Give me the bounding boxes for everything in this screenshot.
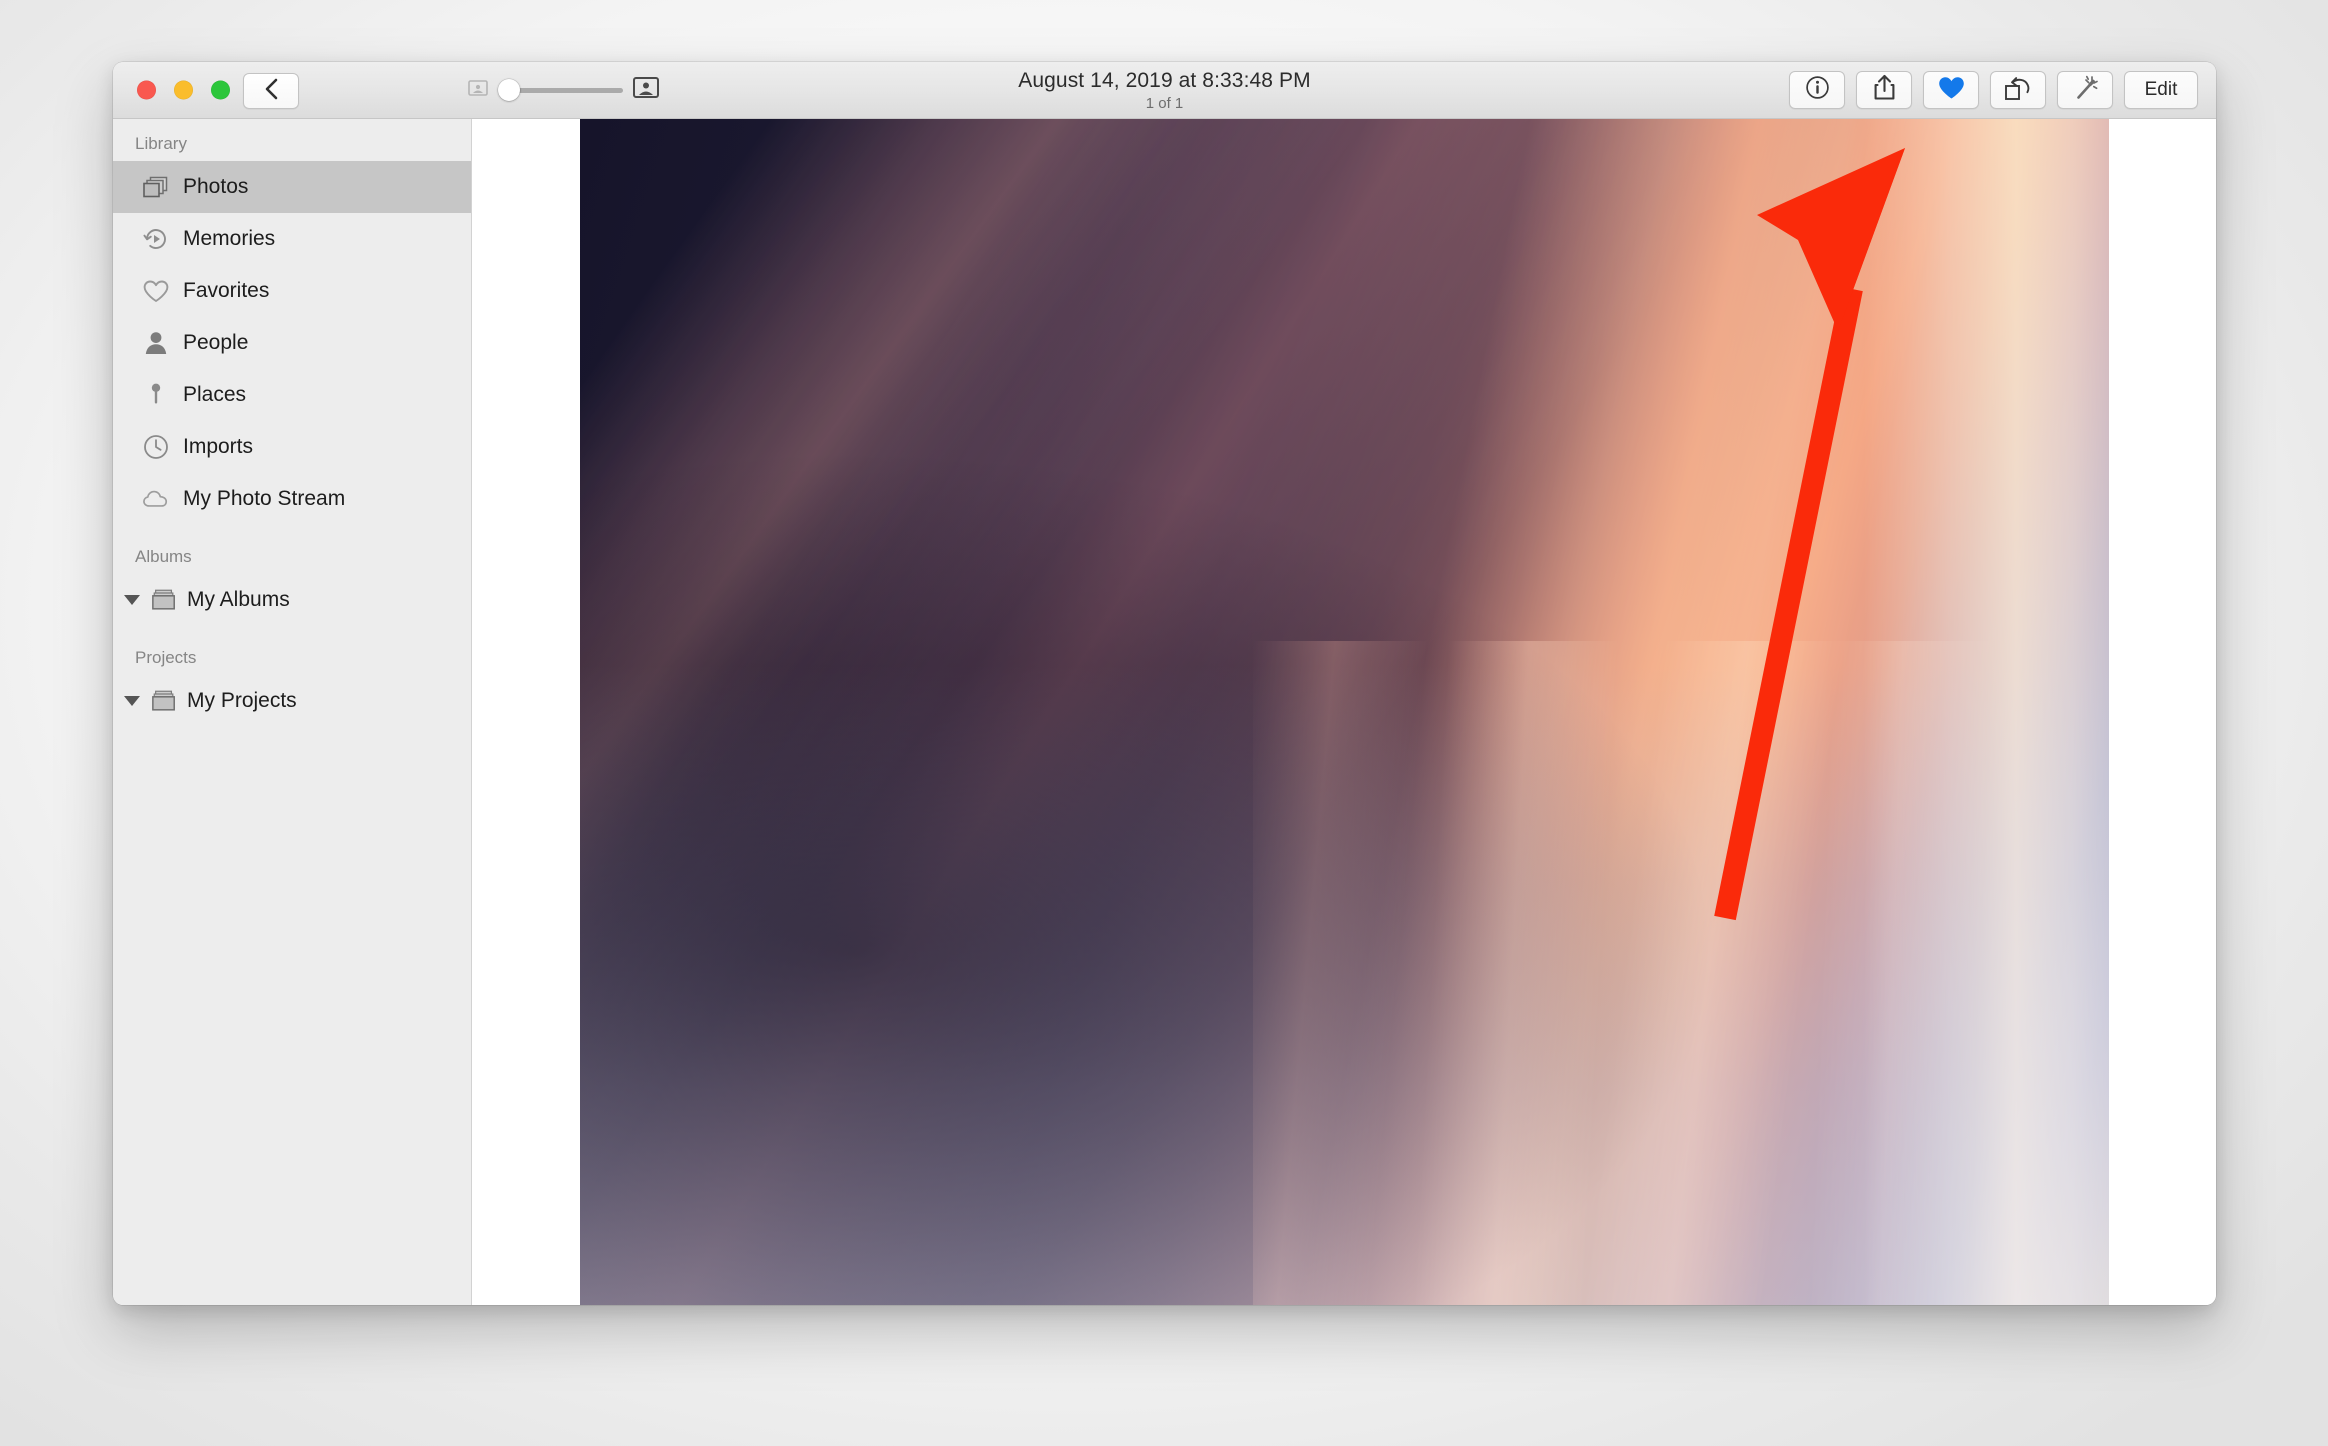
edit-button-label: Edit <box>2144 79 2178 100</box>
sidebar-item-people[interactable]: People <box>113 317 471 369</box>
large-photo-icon <box>633 77 659 103</box>
sidebar-section-projects: Projects <box>135 648 197 667</box>
album-stack-icon <box>151 688 177 714</box>
titlebar: August 14, 2019 at 8:33:48 PM 1 of 1 Edi… <box>113 62 2216 119</box>
info-icon <box>1805 75 1830 105</box>
photo-image[interactable] <box>580 119 2109 1305</box>
share-icon <box>1873 74 1896 106</box>
close-button[interactable] <box>137 80 156 100</box>
sidebar-item-label: Memories <box>183 227 276 250</box>
clock-icon <box>143 434 169 460</box>
enhance-button[interactable] <box>2057 71 2113 109</box>
zoom-button[interactable] <box>211 80 230 100</box>
slider-rail <box>503 87 623 93</box>
sidebar-item-label: Imports <box>183 435 254 458</box>
sidebar-item-memories[interactable]: Memories <box>113 213 471 265</box>
window-controls <box>137 80 230 100</box>
chevron-left-icon <box>264 77 279 106</box>
favorite-button[interactable] <box>1923 71 1979 109</box>
photo-viewer[interactable] <box>472 119 2216 1305</box>
sidebar-group-my-projects[interactable]: My Projects <box>113 675 471 727</box>
edit-button[interactable]: Edit <box>2124 71 2198 109</box>
heart-icon <box>1938 76 1965 105</box>
photos-window: August 14, 2019 at 8:33:48 PM 1 of 1 Edi… <box>113 62 2216 1305</box>
sidebar-section-library: Library <box>135 134 187 153</box>
magic-wand-icon <box>2072 75 2099 106</box>
photo-shadow-haze <box>580 119 2109 1305</box>
sidebar-item-places[interactable]: Places <box>113 369 471 421</box>
rotate-button[interactable] <box>1990 71 2046 109</box>
share-button[interactable] <box>1856 71 1912 109</box>
person-icon <box>143 330 169 356</box>
photos-stack-icon <box>143 174 169 200</box>
sidebar: Library Photos Memories Favorites People… <box>113 119 472 1305</box>
sidebar-item-photos[interactable]: Photos <box>113 161 471 213</box>
heart-outline-icon <box>143 278 169 304</box>
toolbar: Edit <box>1789 71 2198 109</box>
minimize-button[interactable] <box>174 80 193 100</box>
sidebar-item-imports[interactable]: Imports <box>113 421 471 473</box>
sidebar-item-label: Places <box>183 383 247 406</box>
sidebar-group-label: My Albums <box>187 588 290 611</box>
sidebar-item-label: My Photo Stream <box>183 487 346 510</box>
sidebar-section-albums: Albums <box>135 547 192 566</box>
window-body: Library Photos Memories Favorites People… <box>113 119 2216 1305</box>
cloud-icon <box>143 486 169 512</box>
sidebar-item-favorites[interactable]: Favorites <box>113 265 471 317</box>
sidebar-group-my-albums[interactable]: My Albums <box>113 574 471 626</box>
memories-icon <box>143 226 169 252</box>
map-pin-icon <box>143 382 169 408</box>
sidebar-item-my-photo-stream[interactable]: My Photo Stream <box>113 473 471 525</box>
album-stack-icon <box>151 587 177 613</box>
sidebar-group-label: My Projects <box>187 689 297 712</box>
sidebar-item-label: Photos <box>183 175 249 198</box>
small-photo-icon <box>468 79 488 101</box>
thumbnail-size-slider[interactable] <box>468 77 659 103</box>
back-button[interactable] <box>243 73 299 109</box>
rotate-icon <box>2004 75 2032 106</box>
chevron-down-icon[interactable] <box>123 591 141 609</box>
slider-track[interactable] <box>498 79 623 101</box>
chevron-down-icon[interactable] <box>123 692 141 710</box>
slider-knob[interactable] <box>498 79 520 101</box>
info-button[interactable] <box>1789 71 1845 109</box>
sidebar-item-label: Favorites <box>183 279 270 302</box>
sidebar-item-label: People <box>183 331 249 354</box>
